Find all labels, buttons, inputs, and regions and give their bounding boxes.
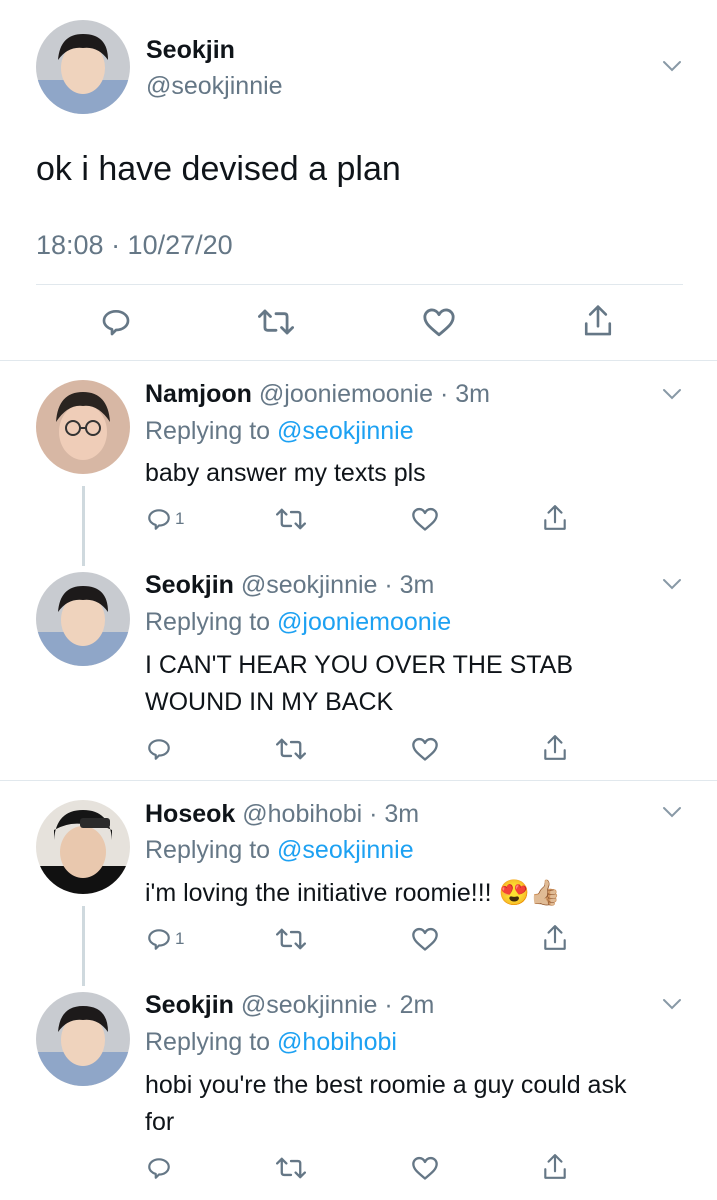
- share-icon: [544, 505, 566, 530]
- retweet-icon: [276, 928, 306, 950]
- timestamp[interactable]: 18:08 · 10/27/20: [36, 230, 233, 261]
- replying-to-link[interactable]: @seokjinnie: [277, 836, 414, 864]
- retweet-icon: [276, 738, 306, 760]
- retweet-icon: [276, 508, 306, 530]
- avatar[interactable]: [36, 20, 130, 114]
- chevron-down-icon[interactable]: [662, 806, 682, 818]
- like-button[interactable]: [411, 1155, 439, 1181]
- share-button[interactable]: [542, 504, 568, 532]
- heart-icon: [412, 737, 438, 761]
- chevron-down-icon[interactable]: [662, 388, 682, 400]
- replying-to-link[interactable]: @seokjinnie: [277, 417, 414, 445]
- share-button[interactable]: [542, 1153, 568, 1181]
- retweet-button[interactable]: [276, 1155, 306, 1181]
- reply-button[interactable]: [146, 1155, 175, 1181]
- tweet-text: baby answer my texts pls: [145, 459, 426, 487]
- reply-icon: [148, 509, 170, 530]
- retweet-icon: [276, 1157, 306, 1179]
- replying-label: Replying to: [145, 417, 271, 445]
- share-icon: [544, 735, 566, 760]
- tweet-text: i'm loving the initiative roomie!!! 😍👍🏼: [145, 879, 561, 907]
- retweet-button[interactable]: [276, 506, 306, 532]
- retweet-button[interactable]: [258, 306, 294, 338]
- handle[interactable]: @seokjinnie: [241, 571, 378, 599]
- avatar[interactable]: [36, 572, 130, 666]
- replying-to-link[interactable]: @jooniemoonie: [277, 608, 451, 636]
- like-button[interactable]: [411, 926, 439, 952]
- time-ago[interactable]: 3m: [455, 380, 490, 408]
- share-icon: [544, 925, 566, 950]
- retweet-button[interactable]: [276, 736, 306, 762]
- thread-connector: [82, 486, 85, 566]
- reply-button[interactable]: 1: [146, 926, 184, 952]
- thread-connector: [82, 906, 85, 986]
- display-name[interactable]: Hoseok: [145, 800, 235, 828]
- display-name[interactable]: Seokjin: [145, 571, 234, 599]
- time-ago[interactable]: 3m: [400, 571, 435, 599]
- divider: [36, 284, 683, 285]
- share-icon: [544, 1154, 566, 1179]
- divider: [0, 780, 717, 781]
- time-ago[interactable]: 2m: [400, 991, 435, 1019]
- reply-button[interactable]: [146, 736, 175, 762]
- avatar[interactable]: [36, 800, 130, 894]
- time-ago[interactable]: 3m: [384, 800, 419, 828]
- share-button[interactable]: [542, 924, 568, 952]
- replying-label: Replying to: [145, 1028, 271, 1056]
- divider: [0, 360, 717, 361]
- reply-icon: [148, 929, 170, 950]
- display-name[interactable]: Namjoon: [145, 380, 252, 408]
- tweet-text: hobi you're the best roomie a guy could …: [145, 1071, 627, 1136]
- heart-icon: [412, 507, 438, 531]
- heart-icon: [412, 1156, 438, 1180]
- reply-count: 1: [175, 929, 185, 948]
- replying-label: Replying to: [145, 608, 271, 636]
- heart-icon: [412, 927, 438, 951]
- handle[interactable]: @hobihobi: [242, 800, 362, 828]
- heart-icon: [423, 308, 455, 337]
- like-button[interactable]: [411, 506, 439, 532]
- reply-button[interactable]: 1: [146, 506, 184, 532]
- reply-button[interactable]: [100, 306, 132, 338]
- reply-count: 1: [175, 509, 185, 528]
- share-button[interactable]: [582, 304, 614, 338]
- chevron-down-icon[interactable]: [662, 578, 682, 590]
- display-name[interactable]: Seokjin: [146, 36, 235, 65]
- retweet-icon: [258, 309, 294, 335]
- handle[interactable]: @seokjinnie: [241, 991, 378, 1019]
- reply-icon: [102, 310, 130, 336]
- retweet-button[interactable]: [276, 926, 306, 952]
- display-name[interactable]: Seokjin: [145, 991, 234, 1019]
- tweet-text: ok i have devised a plan: [36, 150, 401, 188]
- chevron-down-icon[interactable]: [662, 60, 682, 72]
- reply-icon: [148, 1158, 170, 1179]
- reply-icon: [148, 739, 170, 760]
- avatar[interactable]: [36, 380, 130, 474]
- like-button[interactable]: [422, 306, 456, 338]
- replying-to-link[interactable]: @hobihobi: [277, 1028, 397, 1056]
- tweet-text: I CAN'T HEAR YOU OVER THE STAB WOUND IN …: [145, 651, 574, 716]
- share-button[interactable]: [542, 734, 568, 762]
- share-icon: [584, 305, 612, 336]
- handle[interactable]: @seokjinnie: [146, 72, 283, 101]
- replying-label: Replying to: [145, 836, 271, 864]
- avatar[interactable]: [36, 992, 130, 1086]
- like-button[interactable]: [411, 736, 439, 762]
- chevron-down-icon[interactable]: [662, 998, 682, 1010]
- handle[interactable]: @jooniemoonie: [259, 380, 433, 408]
